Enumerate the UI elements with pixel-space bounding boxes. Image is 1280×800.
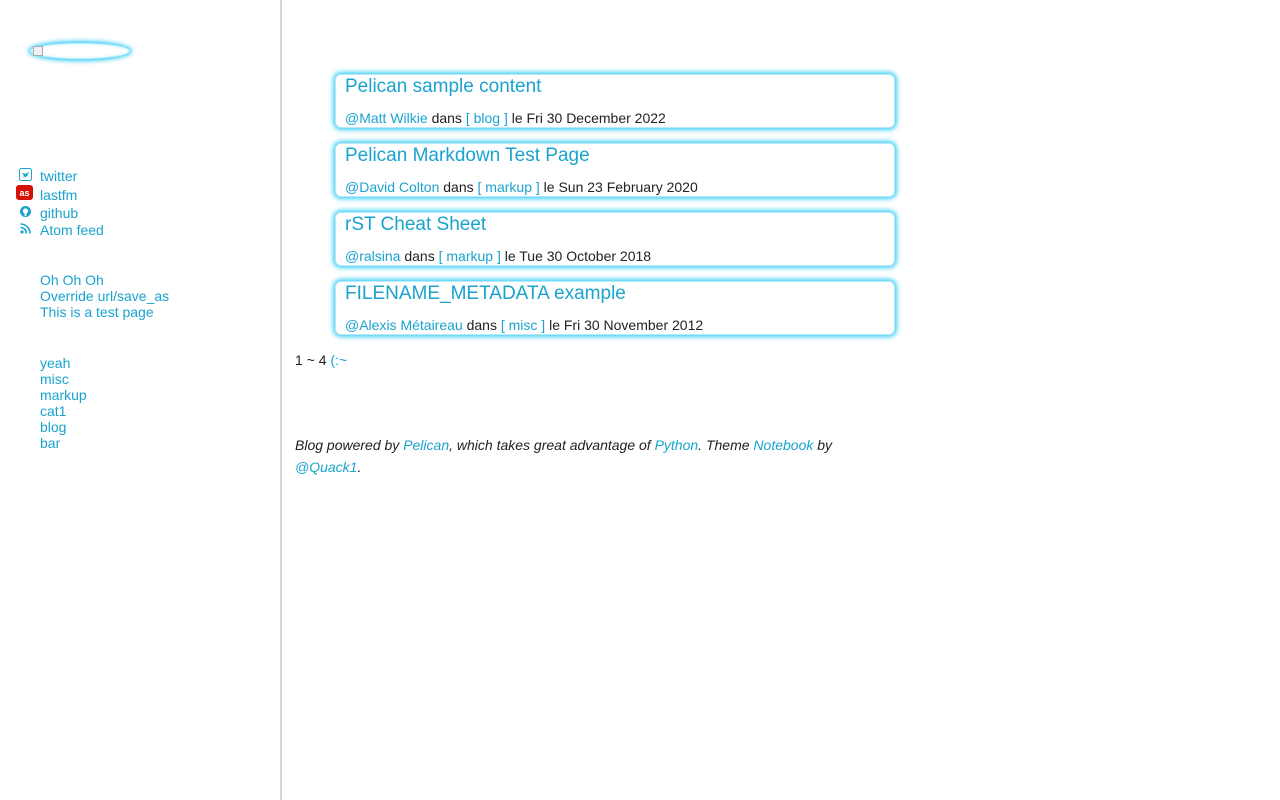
article-author[interactable]: @Alexis Métaireau — [345, 317, 463, 333]
article-meta: @David Colton dans [ markup ] le Sun 23 … — [345, 179, 698, 195]
pagination: 1 ~ 4 (:~ — [295, 352, 347, 368]
article-title[interactable]: rST Cheat Sheet — [345, 214, 486, 236]
meta-dans: dans — [443, 179, 474, 195]
category-link[interactable]: misc — [40, 371, 87, 387]
article-title[interactable]: Pelican sample content — [345, 76, 541, 98]
article-date: le Fri 30 November 2012 — [549, 317, 704, 333]
article-category[interactable]: [ markup ] — [439, 248, 501, 264]
meta-dans: dans — [431, 110, 462, 126]
article-card: Pelican Markdown Test Page @David Colton… — [335, 143, 895, 197]
category-link[interactable]: yeah — [40, 355, 87, 371]
lastfm-icon: as — [16, 185, 33, 200]
sidebar: twitter as lastfm github Atom feed Oh Oh… — [0, 0, 282, 800]
footer-by: by — [817, 437, 833, 453]
footer-prefix: Blog powered by — [295, 437, 400, 453]
article-author[interactable]: @Matt Wilkie — [345, 110, 428, 126]
footer-middle: , which takes great advantage of — [449, 437, 651, 453]
article-category[interactable]: [ markup ] — [478, 179, 540, 195]
article-author[interactable]: @ralsina — [345, 248, 400, 264]
article-meta: @Alexis Métaireau dans [ misc ] le Fri 3… — [345, 317, 703, 333]
meta-dans: dans — [404, 248, 435, 264]
article-card: rST Cheat Sheet @ralsina dans [ markup ]… — [335, 212, 895, 266]
category-link[interactable]: bar — [40, 435, 87, 451]
article-card: FILENAME_METADATA example @Alexis Métair… — [335, 281, 895, 335]
article-author[interactable]: @David Colton — [345, 179, 439, 195]
twitter-icon — [19, 168, 32, 181]
next-page-link[interactable]: (:~ — [330, 352, 347, 368]
article-date: le Tue 30 October 2018 — [504, 248, 652, 264]
category-link[interactable]: markup — [40, 387, 87, 403]
theme-author-link[interactable]: @Quack1 — [295, 459, 357, 475]
article-title[interactable]: FILENAME_METADATA example — [345, 283, 626, 305]
github-icon — [19, 205, 32, 218]
article-date: le Sun 23 February 2020 — [543, 179, 698, 195]
categories-list: yeah misc markup cat1 blog bar — [40, 355, 87, 451]
lastfm-link[interactable]: lastfm — [40, 186, 77, 204]
category-link[interactable]: blog — [40, 419, 87, 435]
category-link[interactable]: cat1 — [40, 403, 87, 419]
python-link[interactable]: Python — [655, 437, 699, 453]
article-date: le Fri 30 December 2022 — [511, 110, 666, 126]
footer-end: . — [357, 459, 362, 475]
atom-feed-link[interactable]: Atom feed — [40, 221, 104, 239]
footer-theme: . Theme — [698, 437, 750, 453]
pages-list: Oh Oh Oh Override url/save_as This is a … — [40, 272, 169, 320]
site-logo[interactable] — [30, 43, 130, 59]
article-category[interactable]: [ blog ] — [466, 110, 508, 126]
meta-dans: dans — [466, 317, 497, 333]
broken-image-icon — [33, 46, 43, 56]
github-link[interactable]: github — [40, 204, 78, 222]
footer: Blog powered by Pelican, which takes gre… — [295, 434, 855, 478]
article-card: Pelican sample content @Matt Wilkie dans… — [335, 74, 895, 128]
rss-icon — [19, 222, 32, 235]
svg-text:as: as — [19, 188, 29, 198]
twitter-link[interactable]: twitter — [40, 167, 77, 185]
pelican-link[interactable]: Pelican — [403, 437, 449, 453]
article-category[interactable]: [ misc ] — [501, 317, 545, 333]
page-link[interactable]: This is a test page — [40, 304, 169, 320]
page-link[interactable]: Oh Oh Oh — [40, 272, 169, 288]
article-meta: @ralsina dans [ markup ] le Tue 30 Octob… — [345, 248, 651, 264]
page-range: 1 ~ 4 — [295, 352, 327, 368]
article-title[interactable]: Pelican Markdown Test Page — [345, 145, 590, 167]
notebook-link[interactable]: Notebook — [753, 437, 813, 453]
page-link[interactable]: Override url/save_as — [40, 288, 169, 304]
article-meta: @Matt Wilkie dans [ blog ] le Fri 30 Dec… — [345, 110, 666, 126]
